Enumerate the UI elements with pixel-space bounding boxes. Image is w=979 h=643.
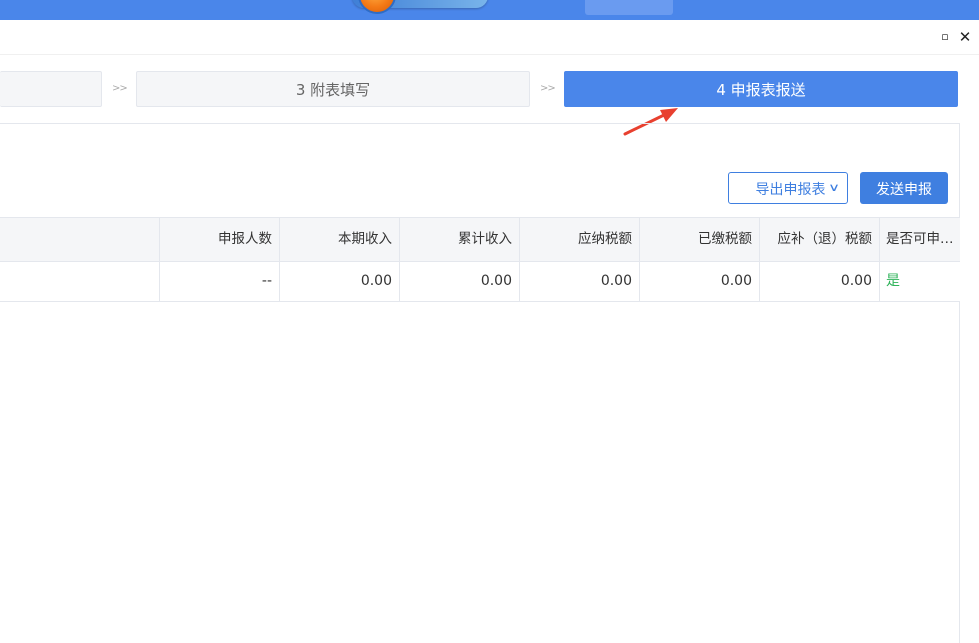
table-header: 申报人数 本期收入 累计收入 应纳税额 已缴税额 应补（退）税额 是否可申… xyxy=(0,217,960,262)
column-header-tax-paid: 已缴税额 xyxy=(640,218,760,261)
column-header-declarants: 申报人数 xyxy=(160,218,280,261)
column-header xyxy=(0,218,160,261)
chevron-down-icon: ∨ xyxy=(827,182,841,194)
column-header-can-declare: 是否可申… xyxy=(886,231,954,247)
table-cell-tax-refund: 0.00 xyxy=(760,262,880,301)
logo-orb-icon xyxy=(358,0,396,14)
restore-icon[interactable]: ▫ xyxy=(937,29,953,45)
table-cell-can-declare: 是 xyxy=(886,273,900,289)
panel-header: ▫ ✕ xyxy=(0,20,979,55)
top-nav-tab[interactable] xyxy=(585,0,673,15)
step-4-tab-active[interactable]: 4 申报表报送 xyxy=(564,71,958,107)
table-cell-cumulative-income: 0.00 xyxy=(400,262,520,301)
table-cell-tax-payable: 0.00 xyxy=(520,262,640,301)
column-header-period-income: 本期收入 xyxy=(280,218,400,261)
table-cell xyxy=(0,262,160,301)
send-declaration-button[interactable]: 发送申报 xyxy=(860,172,948,204)
close-icon[interactable]: ✕ xyxy=(957,29,973,45)
column-header-tax-payable: 应纳税额 xyxy=(520,218,640,261)
table-cell-tax-paid: 0.00 xyxy=(640,262,760,301)
step-separator: >> xyxy=(112,83,128,94)
table-cell-declarants: -- xyxy=(160,262,280,301)
column-header-tax-refund: 应补（退）税额 xyxy=(760,218,880,261)
app-logo xyxy=(352,0,488,14)
top-navigation-bar xyxy=(0,0,979,20)
step-3-tab[interactable]: 3 附表填写 xyxy=(136,71,530,107)
step-separator: >> xyxy=(540,83,556,94)
table-cell-period-income: 0.00 xyxy=(280,262,400,301)
export-report-label: 导出申报表 xyxy=(755,181,826,197)
step-2-tab[interactable] xyxy=(0,71,102,107)
export-report-dropdown[interactable]: 导出申报表 ∨ xyxy=(728,172,848,204)
table-row[interactable]: -- 0.00 0.00 0.00 0.00 0.00 是 xyxy=(0,262,960,302)
column-header-cumulative-income: 累计收入 xyxy=(400,218,520,261)
